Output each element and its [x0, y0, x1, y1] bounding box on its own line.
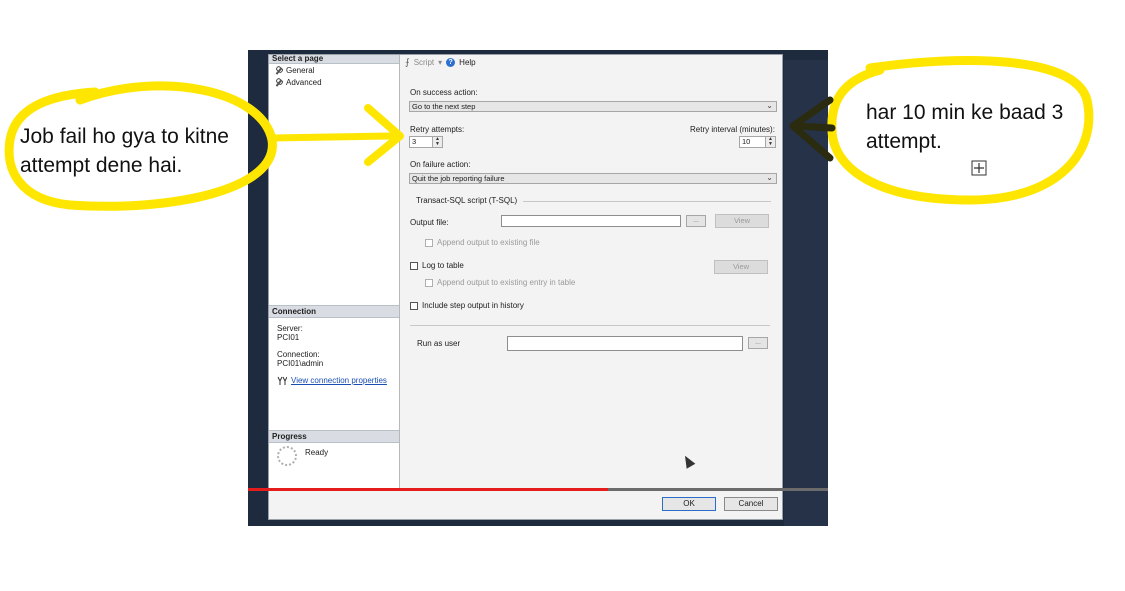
retry-attempts-value: 3 — [412, 137, 417, 146]
mouse-cursor-icon — [680, 453, 696, 469]
on-success-value: Go to the next step — [412, 102, 476, 111]
group-divider — [523, 201, 771, 202]
cancel-button[interactable]: Cancel — [724, 497, 778, 511]
append-output-label: Append output to existing file — [437, 238, 540, 247]
help-icon: ? — [446, 58, 456, 67]
output-file-input[interactable] — [501, 215, 681, 227]
left-pane: Select a page General Advanced Connectio… — [269, 55, 400, 489]
ok-button[interactable]: OK — [662, 497, 716, 511]
append-output-checkbox[interactable] — [425, 239, 433, 247]
dialog-toolbar: ⨍ Script ▾ ? Help — [405, 57, 476, 68]
right-annotation-text: har 10 min ke baad 3 attempt. — [866, 101, 1064, 153]
log-table-view-button[interactable]: View — [714, 260, 768, 274]
output-file-browse-button[interactable]: ... — [686, 215, 706, 227]
connection-value: PCI01\admin — [277, 359, 324, 368]
append-table-label: Append output to existing entry in table — [437, 278, 576, 287]
progress-status: Ready — [305, 448, 329, 457]
select-page-header: Select a page — [269, 55, 399, 64]
progress-spinner-icon — [277, 446, 297, 466]
video-background-panel — [784, 60, 828, 526]
script-button[interactable]: Script — [414, 58, 434, 67]
retry-attempts-stepper[interactable]: 3 ▲ ▼ — [409, 136, 443, 148]
on-failure-label: On failure action: — [410, 160, 471, 169]
retry-interval-stepper[interactable]: 10 ▲ ▼ — [739, 136, 776, 148]
on-success-label: On success action: — [410, 88, 478, 97]
connection-section: Connection Server: PCI01 Connection: PCI… — [269, 305, 399, 385]
run-as-user-label: Run as user — [417, 339, 461, 348]
progress-header: Progress — [269, 430, 399, 443]
script-icon: ⨍ — [405, 57, 410, 67]
wrench-icon — [275, 79, 283, 87]
on-failure-select[interactable]: Quit the job reporting failure ⌄ — [409, 173, 777, 184]
log-to-table-label: Log to table — [422, 261, 464, 270]
log-to-table-checkbox[interactable] — [410, 262, 418, 270]
on-failure-value: Quit the job reporting failure — [412, 174, 505, 183]
stepper-arrows-icon[interactable]: ▲ ▼ — [765, 137, 775, 147]
view-connection-properties-link[interactable]: View connection properties — [291, 376, 387, 385]
chevron-down-icon: ⌄ — [766, 173, 773, 182]
connection-header: Connection — [269, 305, 399, 318]
connection-label: Connection: — [277, 350, 320, 359]
tsql-group-label: Transact-SQL script (T-SQL) — [416, 196, 518, 205]
page-item-label: Advanced — [286, 78, 322, 87]
plug-icon — [277, 376, 287, 385]
chevron-down-icon[interactable]: ▾ — [438, 58, 442, 67]
page-item-label: General — [286, 66, 315, 75]
wrench-icon — [275, 67, 283, 75]
include-history-label: Include step output in history — [422, 301, 524, 310]
output-file-label: Output file: — [410, 218, 449, 227]
run-as-user-input[interactable] — [507, 336, 743, 351]
section-divider — [410, 325, 770, 326]
progress-section: Progress Ready — [269, 430, 399, 466]
server-value: PCI01 — [277, 333, 300, 342]
video-frame: Select a page General Advanced Connectio… — [248, 50, 828, 526]
output-file-view-button[interactable]: View — [715, 214, 769, 228]
server-label: Server: — [277, 324, 303, 333]
video-progress-bar[interactable] — [248, 488, 828, 491]
job-step-properties-dialog: Select a page General Advanced Connectio… — [268, 54, 783, 520]
move-handle-icon — [971, 160, 987, 176]
page-item-advanced[interactable]: Advanced — [275, 78, 322, 87]
retry-attempts-label: Retry attempts: — [410, 125, 465, 134]
retry-interval-value: 10 — [742, 137, 751, 146]
video-progress-fill — [248, 488, 608, 491]
help-button[interactable]: Help — [459, 58, 475, 67]
append-table-checkbox[interactable] — [425, 279, 433, 287]
include-history-checkbox[interactable] — [410, 302, 418, 310]
retry-interval-label: Retry interval (minutes): — [690, 125, 775, 134]
run-as-user-browse-button[interactable]: ... — [748, 337, 768, 349]
page-item-general[interactable]: General — [275, 66, 314, 75]
stepper-arrows-icon[interactable]: ▲ ▼ — [432, 137, 442, 147]
on-success-select[interactable]: Go to the next step ⌄ — [409, 101, 777, 112]
left-annotation-text: Job fail ho gya to kitne attempt dene ha… — [20, 125, 229, 177]
chevron-down-icon: ⌄ — [766, 101, 773, 110]
